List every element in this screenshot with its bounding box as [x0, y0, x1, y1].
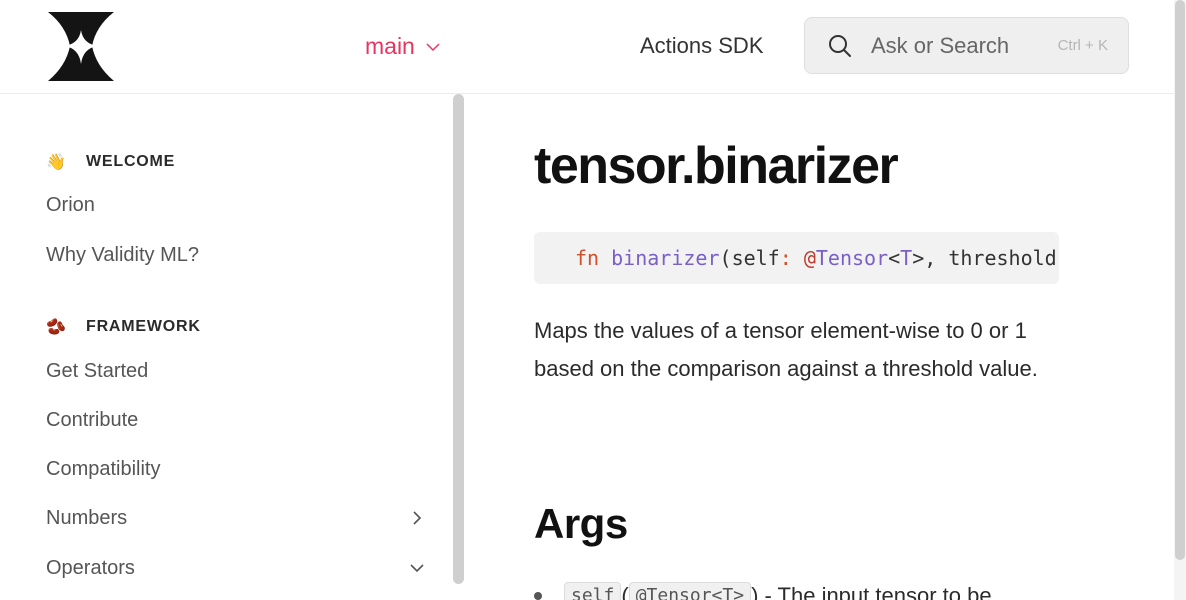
code-at: @ — [803, 246, 816, 270]
sidebar-item-label: Compatibility — [46, 457, 161, 480]
sidebar-item-numbers[interactable]: Numbers — [46, 498, 436, 538]
sidebar-item-label: Contribute — [46, 408, 139, 431]
code-colon: : — [779, 246, 792, 270]
search-shortcut-hint: Ctrl + K — [1057, 37, 1108, 54]
arg-list-item: self ( @Tensor<T> ) - The input tensor t… — [534, 582, 992, 600]
sidebar-item-label: Numbers — [46, 506, 128, 529]
arg-description: ) - The input tensor to be — [751, 582, 992, 600]
chevron-right-icon[interactable] — [408, 509, 426, 527]
sidebar-item-why-validity-ml[interactable]: Why Validity ML? — [46, 235, 436, 275]
search-placeholder: Ask or Search — [871, 32, 1010, 58]
search-icon — [829, 34, 851, 57]
sidebar-item-orion[interactable]: Orion — [46, 185, 436, 225]
bullet — [534, 591, 542, 600]
search-box[interactable]: Ask or Search Ctrl + K — [804, 17, 1129, 74]
sidebar-scrollbar[interactable] — [453, 94, 464, 584]
code-generic: T — [900, 246, 913, 270]
function-description: Maps the values of a tensor element-wise… — [534, 318, 1038, 381]
sidebar-item-label: Get Started — [46, 359, 149, 382]
code-self: self — [731, 246, 780, 270]
code-lt: < — [888, 246, 901, 270]
sidebar-item-get-started[interactable]: Get Started — [46, 351, 436, 391]
page-scrollbar-track[interactable] — [1174, 0, 1186, 600]
page-title: tensor.binarizer — [534, 137, 899, 195]
version-label: main — [365, 33, 415, 59]
arg-paren: ( — [621, 582, 629, 600]
code-rest: >, threshold — [912, 246, 1057, 270]
sidebar-item-operators[interactable]: Operators — [46, 548, 436, 588]
top-header: main Actions SDK Ask or Search Ctrl + K — [0, 0, 1174, 94]
beans-icon: 🫘 — [46, 319, 67, 336]
nav-link-actions-sdk[interactable]: Actions SDK — [640, 33, 764, 59]
main-content: tensor.binarizer fn binarizer(self: @Ten… — [465, 94, 1174, 600]
arg-type-code: @Tensor<T> — [628, 582, 752, 600]
sidebar-section-welcome: 👋 WELCOME — [46, 152, 175, 172]
code-type: Tensor — [815, 246, 889, 270]
function-signature-code-block: fn binarizer(self: @Tensor<T>, threshold — [534, 232, 1059, 284]
section-title-label: WELCOME — [86, 153, 176, 170]
four-point-star-logo-icon[interactable] — [46, 12, 116, 81]
code-function-name: binarizer — [611, 246, 720, 270]
sidebar-section-framework: 🫘 FRAMEWORK — [46, 317, 201, 337]
chevron-down-icon — [426, 42, 440, 51]
sidebar-item-label: Operators — [46, 556, 135, 579]
sidebar-item-label: Why Validity ML? — [46, 243, 200, 266]
arg-name-code: self — [564, 582, 622, 600]
version-selector[interactable]: main — [365, 33, 441, 60]
sidebar-item-label: Orion — [46, 193, 95, 216]
chevron-down-icon[interactable] — [408, 559, 426, 577]
code-paren: ( — [719, 246, 732, 270]
sidebar-item-contribute[interactable]: Contribute — [46, 400, 436, 440]
waving-hand-icon: 👋 — [46, 154, 67, 171]
args-heading: Args — [534, 500, 628, 547]
page-scrollbar-thumb[interactable] — [1175, 0, 1185, 560]
sidebar-item-compatibility[interactable]: Compatibility — [46, 449, 436, 489]
code-keyword: fn — [575, 246, 600, 270]
section-title-label: FRAMEWORK — [86, 318, 201, 335]
